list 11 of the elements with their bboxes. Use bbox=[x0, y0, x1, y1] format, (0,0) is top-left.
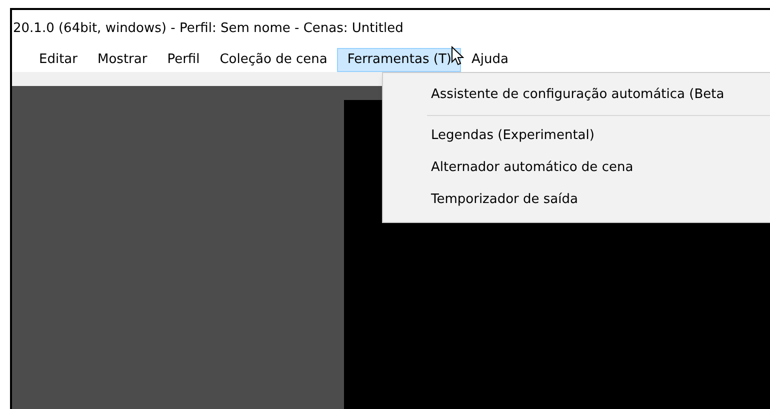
menu-entry[interactable]: Alternador automático de cena bbox=[383, 152, 770, 184]
menu-item[interactable]: Ferramentas (T) bbox=[337, 48, 462, 72]
menu-entry[interactable]: Legendas (Experimental) bbox=[383, 120, 770, 152]
window-title: 20.1.0 (64bit, windows) - Perfil: Sem nome - Cenas: Untitled bbox=[13, 20, 404, 38]
menu-item[interactable]: Ajuda bbox=[461, 48, 518, 72]
menu-item[interactable]: Perfil bbox=[157, 48, 210, 72]
menu-item[interactable]: Coleção de cena bbox=[210, 48, 338, 72]
menu-entry[interactable]: Temporizador de saída bbox=[383, 184, 770, 216]
menu-entry[interactable]: Assistente de configuração automática (Beta bbox=[383, 79, 770, 111]
menu-item[interactable]: Mostrar bbox=[88, 48, 158, 72]
menu-item[interactable]: Editar bbox=[29, 48, 88, 72]
